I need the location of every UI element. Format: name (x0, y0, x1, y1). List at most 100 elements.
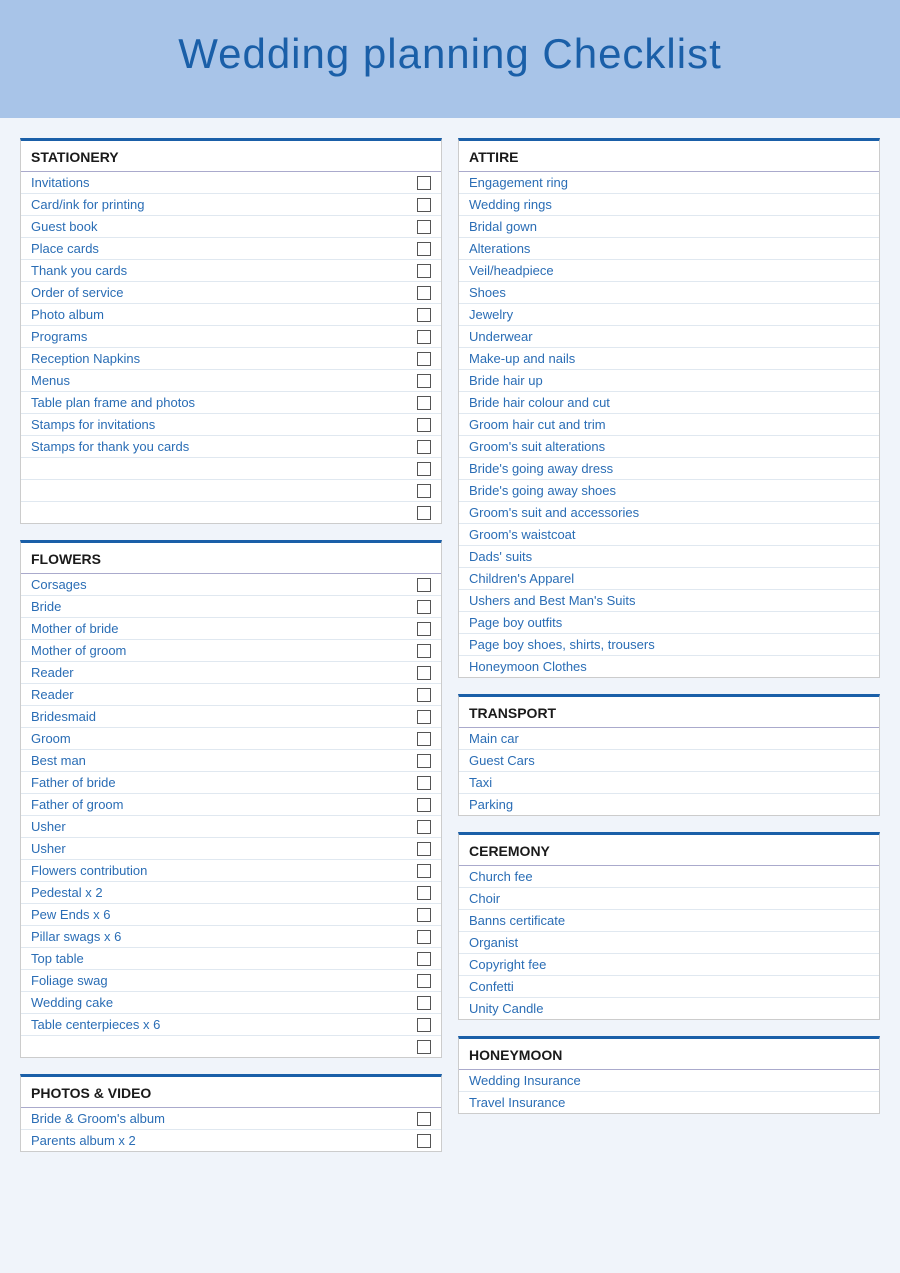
checkbox[interactable] (417, 578, 431, 592)
item-label: Bride hair up (469, 373, 543, 388)
section-title-attire: ATTIRE (459, 141, 879, 172)
list-item: Page boy outfits (459, 612, 879, 634)
item-label: Pew Ends x 6 (31, 907, 111, 922)
checkbox[interactable] (417, 242, 431, 256)
item-label (31, 1039, 35, 1054)
list-item (21, 458, 441, 480)
checkbox[interactable] (417, 352, 431, 366)
checkbox[interactable] (417, 864, 431, 878)
checkbox[interactable] (417, 330, 431, 344)
item-label: Jewelry (469, 307, 513, 322)
checkbox[interactable] (417, 220, 431, 234)
list-item: Best man (21, 750, 441, 772)
item-label: Groom's suit and accessories (469, 505, 639, 520)
checkbox[interactable] (417, 1040, 431, 1054)
list-item: Reception Napkins (21, 348, 441, 370)
checkbox[interactable] (417, 264, 431, 278)
list-item: Choir (459, 888, 879, 910)
item-label: Wedding cake (31, 995, 113, 1010)
list-item: Bride hair up (459, 370, 879, 392)
checkbox[interactable] (417, 440, 431, 454)
list-item: Top table (21, 948, 441, 970)
item-label: Travel Insurance (469, 1095, 565, 1110)
checkbox[interactable] (417, 1112, 431, 1126)
checkbox[interactable] (417, 820, 431, 834)
item-label: Bridal gown (469, 219, 537, 234)
checkbox[interactable] (417, 710, 431, 724)
checkbox[interactable] (417, 198, 431, 212)
checkbox[interactable] (417, 396, 431, 410)
checkbox[interactable] (417, 644, 431, 658)
list-item: Reader (21, 662, 441, 684)
list-item: Bridesmaid (21, 706, 441, 728)
item-label: Order of service (31, 285, 123, 300)
list-item: Bridal gown (459, 216, 879, 238)
item-label: Menus (31, 373, 70, 388)
checkbox[interactable] (417, 842, 431, 856)
item-label: Confetti (469, 979, 514, 994)
item-label: Banns certificate (469, 913, 565, 928)
item-label: Best man (31, 753, 86, 768)
checkbox[interactable] (417, 308, 431, 322)
list-item: Card/ink for printing (21, 194, 441, 216)
item-label: Mother of groom (31, 643, 126, 658)
item-label: Bride hair colour and cut (469, 395, 610, 410)
checkbox[interactable] (417, 176, 431, 190)
item-label: Guest book (31, 219, 98, 234)
list-item: Groom (21, 728, 441, 750)
checkbox[interactable] (417, 374, 431, 388)
checkbox[interactable] (417, 484, 431, 498)
item-label: Reader (31, 687, 74, 702)
checkbox[interactable] (417, 1134, 431, 1148)
list-item: Wedding cake (21, 992, 441, 1014)
checkbox[interactable] (417, 622, 431, 636)
section-stationery: STATIONERYInvitationsCard/ink for printi… (20, 138, 442, 524)
item-label: Unity Candle (469, 1001, 543, 1016)
list-item: Stamps for thank you cards (21, 436, 441, 458)
list-item: Place cards (21, 238, 441, 260)
checkbox[interactable] (417, 776, 431, 790)
checkbox[interactable] (417, 996, 431, 1010)
checkbox[interactable] (417, 1018, 431, 1032)
checkbox[interactable] (417, 666, 431, 680)
checkbox[interactable] (417, 462, 431, 476)
list-item: Confetti (459, 976, 879, 998)
list-item (21, 480, 441, 502)
item-label: Reception Napkins (31, 351, 140, 366)
item-label: Bride (31, 599, 61, 614)
item-label: Corsages (31, 577, 87, 592)
list-item: Main car (459, 728, 879, 750)
item-label: Flowers contribution (31, 863, 147, 878)
list-item: Pedestal x 2 (21, 882, 441, 904)
item-label: Wedding rings (469, 197, 552, 212)
item-label: Engagement ring (469, 175, 568, 190)
checkbox[interactable] (417, 886, 431, 900)
checkbox[interactable] (417, 506, 431, 520)
list-item: Bride hair colour and cut (459, 392, 879, 414)
section-honeymoon: HONEYMOONWedding InsuranceTravel Insuran… (458, 1036, 880, 1114)
list-item: Groom's waistcoat (459, 524, 879, 546)
checkbox[interactable] (417, 974, 431, 988)
section-title-flowers: FLOWERS (21, 543, 441, 574)
checkbox[interactable] (417, 600, 431, 614)
checkbox[interactable] (417, 286, 431, 300)
item-label: Children's Apparel (469, 571, 574, 586)
checkbox[interactable] (417, 930, 431, 944)
checkbox[interactable] (417, 754, 431, 768)
list-item: Taxi (459, 772, 879, 794)
checkbox[interactable] (417, 798, 431, 812)
list-item: Engagement ring (459, 172, 879, 194)
item-label: Page boy outfits (469, 615, 562, 630)
checkbox[interactable] (417, 688, 431, 702)
item-label: Table centerpieces x 6 (31, 1017, 160, 1032)
list-item: Foliage swag (21, 970, 441, 992)
section-title-honeymoon: HONEYMOON (459, 1039, 879, 1070)
item-label: Programs (31, 329, 87, 344)
checkbox[interactable] (417, 952, 431, 966)
list-item: Bride's going away dress (459, 458, 879, 480)
checkbox[interactable] (417, 418, 431, 432)
checkbox[interactable] (417, 908, 431, 922)
checkbox[interactable] (417, 732, 431, 746)
item-label: Place cards (31, 241, 99, 256)
list-item: Copyright fee (459, 954, 879, 976)
